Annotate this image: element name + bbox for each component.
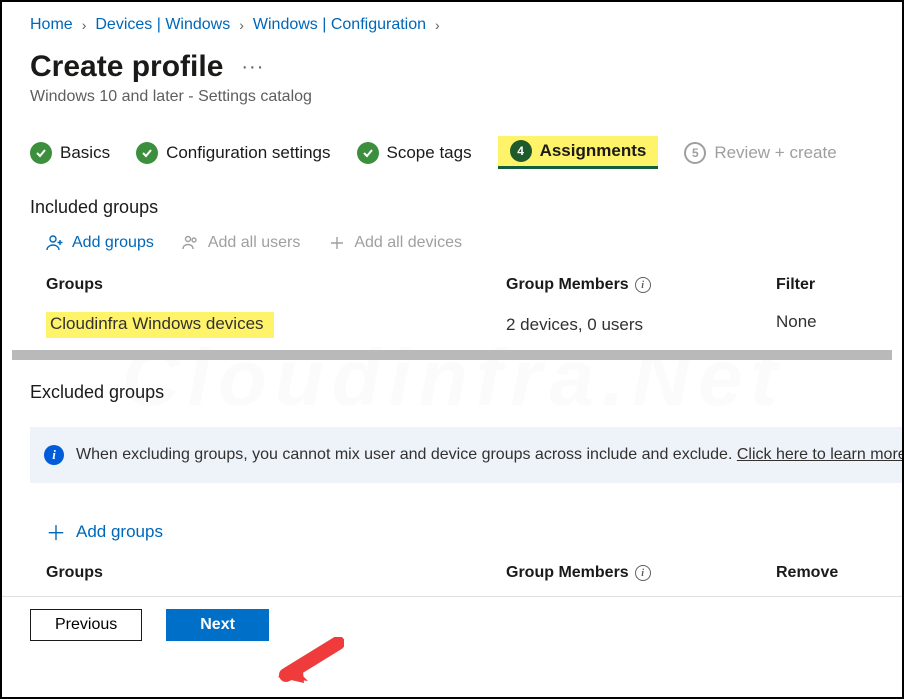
step-basics[interactable]: Basics (30, 142, 110, 164)
step-label: Review + create (714, 143, 836, 163)
action-label: Add groups (76, 522, 163, 542)
next-button[interactable]: Next (166, 609, 269, 641)
chevron-right-icon: › (239, 17, 244, 33)
chevron-right-icon: › (435, 17, 440, 33)
plus-icon (328, 234, 346, 252)
included-table-header: Groups Group Members i Filter (2, 266, 902, 302)
person-add-icon (46, 234, 64, 252)
action-label: Add groups (72, 234, 154, 252)
action-label: Add all users (208, 234, 301, 252)
breadcrumb: Home › Devices | Windows › Windows | Con… (2, 2, 902, 40)
step-review: 5 Review + create (684, 142, 836, 164)
step-label: Assignments (540, 141, 647, 161)
wizard-stepper: Basics Configuration settings Scope tags… (2, 128, 902, 183)
action-label: Add all devices (354, 234, 462, 252)
horizontal-scrollbar[interactable] (12, 350, 892, 360)
step-label: Configuration settings (166, 143, 330, 163)
previous-button[interactable]: Previous (30, 609, 142, 641)
plus-icon: ＋ (46, 517, 66, 546)
info-text: When excluding groups, you cannot mix us… (76, 446, 902, 464)
add-all-users-button[interactable]: Add all users (182, 234, 301, 252)
cell-filter: None (776, 312, 858, 338)
col-members: Group Members i (506, 564, 776, 582)
breadcrumb-windows[interactable]: Windows | Configuration (253, 16, 426, 34)
col-filter: Filter (776, 276, 858, 294)
add-groups-button[interactable]: Add groups (46, 234, 154, 252)
check-icon (30, 142, 52, 164)
page-subtitle: Windows 10 and later - Settings catalog (2, 84, 902, 128)
footer: Previous Next (2, 597, 902, 653)
included-actions: Add groups Add all users Add all devices (2, 224, 902, 266)
col-members: Group Members i (506, 276, 776, 294)
col-groups: Groups (46, 276, 506, 294)
breadcrumb-devices[interactable]: Devices | Windows (95, 16, 230, 34)
col-groups: Groups (46, 564, 506, 582)
col-remove: Remove (776, 564, 858, 582)
step-label: Basics (60, 143, 110, 163)
cell-members: 2 devices, 0 users (506, 312, 776, 338)
info-icon[interactable]: i (635, 565, 651, 581)
info-icon[interactable]: i (635, 277, 651, 293)
check-icon (136, 142, 158, 164)
step-label: Scope tags (387, 143, 472, 163)
step-number-icon: 5 (684, 142, 706, 164)
cell-group-name: Cloudinfra Windows devices (46, 312, 506, 338)
excluded-groups-heading: Excluded groups (2, 360, 902, 409)
step-config[interactable]: Configuration settings (136, 142, 330, 164)
step-scope[interactable]: Scope tags (357, 142, 472, 164)
add-groups-excluded-button[interactable]: ＋ Add groups (2, 483, 902, 554)
add-all-devices-button[interactable]: Add all devices (328, 234, 462, 252)
excluded-table-header: Groups Group Members i Remove (2, 554, 902, 590)
more-icon[interactable]: ··· (241, 56, 264, 79)
chevron-right-icon: › (82, 17, 87, 33)
learn-more-link[interactable]: Click here to learn more about excluding… (737, 446, 902, 463)
check-icon (357, 142, 379, 164)
step-number-icon: 4 (510, 140, 532, 162)
breadcrumb-home[interactable]: Home (30, 16, 73, 34)
info-banner: i When excluding groups, you cannot mix … (30, 427, 902, 483)
people-icon (182, 234, 200, 252)
info-icon: i (44, 445, 64, 465)
page-title-row: Create profile ··· (2, 40, 902, 84)
page-title: Create profile (30, 50, 223, 84)
included-groups-heading: Included groups (2, 183, 902, 224)
table-row[interactable]: Cloudinfra Windows devices 2 devices, 0 … (2, 302, 902, 348)
step-assignments[interactable]: 4 Assignments (498, 136, 659, 169)
